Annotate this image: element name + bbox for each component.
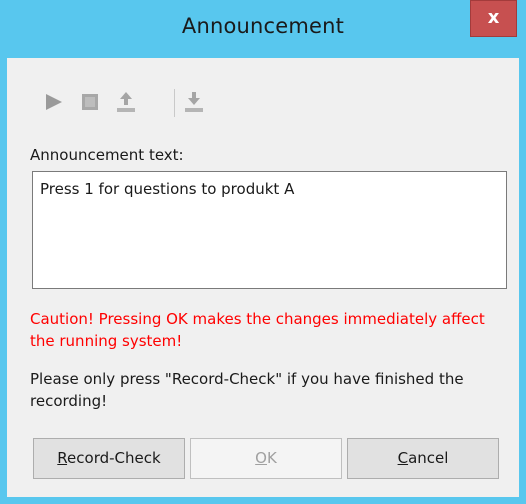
- close-icon: x: [487, 7, 500, 28]
- dialog-body: Announcement text: Press 1 for questions…: [7, 58, 519, 497]
- stop-icon: [82, 94, 98, 110]
- ok-mnemonic: O: [255, 449, 267, 467]
- play-button[interactable]: [41, 89, 67, 115]
- cancel-mnemonic: C: [397, 449, 409, 467]
- title-bar[interactable]: Announcement x: [0, 0, 526, 58]
- ok-button[interactable]: OK: [190, 438, 342, 479]
- announcement-dialog: Announcement x Announcement text: Press …: [0, 0, 526, 504]
- close-button[interactable]: x: [470, 0, 517, 37]
- record-check-mnemonic: R: [57, 449, 68, 467]
- download-icon: [185, 92, 203, 112]
- record-check-note: Please only press "Record-Check" if you …: [30, 370, 464, 410]
- cancel-label: ancel: [408, 449, 449, 467]
- record-check-label: ecord-Check: [67, 449, 161, 467]
- announcement-text-input[interactable]: Press 1 for questions to produkt A: [32, 171, 507, 289]
- download-button[interactable]: [181, 89, 207, 115]
- record-check-button[interactable]: Record-Check: [33, 438, 185, 479]
- play-icon: [46, 94, 62, 110]
- toolbar-separator: [174, 89, 175, 117]
- announcement-text-label: Announcement text:: [30, 146, 184, 164]
- window-title: Announcement: [181, 14, 345, 38]
- stop-button[interactable]: [77, 89, 103, 115]
- upload-button[interactable]: [113, 89, 139, 115]
- ok-label: K: [266, 449, 277, 467]
- caution-message: Caution! Pressing OK makes the changes i…: [30, 310, 485, 350]
- upload-icon: [117, 92, 135, 112]
- recording-toolbar: [41, 89, 203, 119]
- cancel-button[interactable]: Cancel: [347, 438, 499, 479]
